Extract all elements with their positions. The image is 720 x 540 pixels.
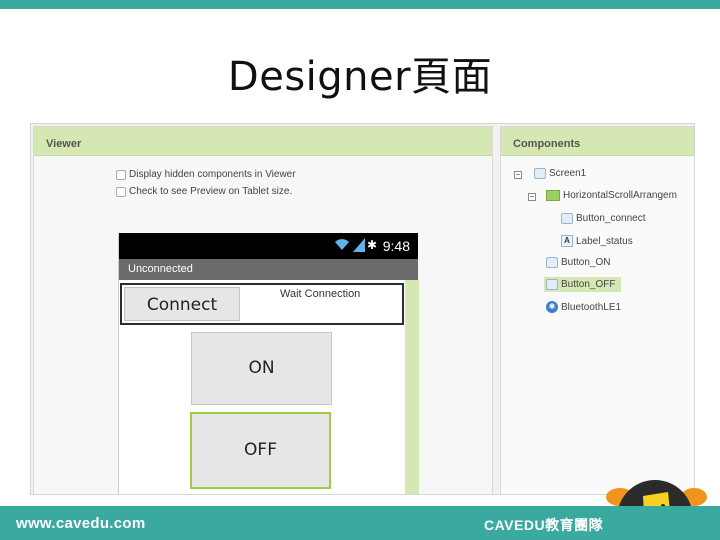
viewer-panel: Viewer Display hidden components in View… (33, 126, 493, 494)
tree-item-label: Screen1 (549, 168, 587, 179)
viewer-scrollbar[interactable] (405, 280, 419, 494)
tree-item-label: Button_ON (561, 257, 611, 268)
tree-item-label: HorizontalScrollArrangem (563, 190, 677, 201)
button-icon (546, 257, 558, 268)
display-hidden-checkbox-row[interactable]: Display hidden components in Viewer (116, 169, 296, 180)
button-icon (546, 279, 558, 290)
phone-status-bar: ✱ 9:48 (119, 233, 418, 259)
tree-item-label-status[interactable]: A Label_status (561, 235, 633, 247)
top-accent-bar (0, 0, 720, 9)
bluetooth-status-icon: ✱ (366, 238, 377, 252)
tree-item-label: BluetoothLE1 (561, 301, 622, 313)
wifi-icon (335, 239, 349, 250)
collapse-arrangement-icon[interactable]: − (528, 193, 536, 201)
tree-item-button-on[interactable]: Button_ON (546, 257, 610, 268)
components-header: Components (501, 127, 694, 156)
footer-bar: www.cavedu.com CAVEDU教育團隊 (0, 506, 720, 540)
status-label: Wait Connection (280, 288, 361, 300)
connect-button[interactable]: Connect (124, 287, 240, 321)
tree-item-label: Label_status (576, 235, 633, 247)
components-panel: Components − Screen1 − HorizontalScrollA… (500, 126, 694, 494)
slide-title: Designer頁面 (227, 54, 493, 100)
tree-item-label: Button_OFF (561, 279, 616, 290)
tree-item-horizontal-scroll[interactable]: HorizontalScrollArrangem (546, 190, 677, 201)
viewer-header: Viewer (34, 127, 492, 156)
bluetooth-icon: ✱ (546, 301, 558, 313)
viewer-body: Display hidden components in Viewer Chec… (34, 157, 492, 494)
preview-tablet-checkbox[interactable] (116, 186, 126, 197)
preview-tablet-label: Check to see Preview on Tablet size. (129, 186, 293, 197)
screen-icon (534, 168, 546, 179)
off-button[interactable]: OFF (190, 412, 331, 489)
tree-item-label: Button_connect (576, 213, 646, 224)
phone-preview: ✱ 9:48 Unconnected Connect Wait Connecti… (118, 233, 419, 494)
button-icon (561, 213, 573, 224)
display-hidden-label: Display hidden components in Viewer (129, 169, 296, 180)
tree-item-button-connect[interactable]: Button_connect (561, 213, 646, 224)
tree-item-bluetoothle[interactable]: ✱ BluetoothLE1 (546, 301, 621, 313)
app-title-bar: Unconnected (119, 259, 418, 280)
horizontal-scroll-arrangement: Connect Wait Connection (120, 283, 404, 325)
signal-icon (353, 238, 365, 252)
footer-url[interactable]: www.cavedu.com (16, 515, 146, 532)
on-button[interactable]: ON (191, 332, 332, 405)
status-time: 9:48 (382, 238, 410, 254)
display-hidden-checkbox[interactable] (116, 169, 126, 180)
collapse-screen1-icon[interactable]: − (514, 171, 522, 179)
preview-tablet-checkbox-row[interactable]: Check to see Preview on Tablet size. (116, 186, 292, 197)
tree-item-button-off[interactable]: Button_OFF (544, 277, 622, 292)
designer-screenshot: Viewer Display hidden components in View… (30, 123, 695, 495)
label-icon: A (561, 235, 573, 247)
tree-item-screen1[interactable]: Screen1 (534, 168, 586, 179)
footer-brand: CAVEDU教育團隊 (484, 517, 604, 533)
arrangement-icon (546, 190, 560, 201)
